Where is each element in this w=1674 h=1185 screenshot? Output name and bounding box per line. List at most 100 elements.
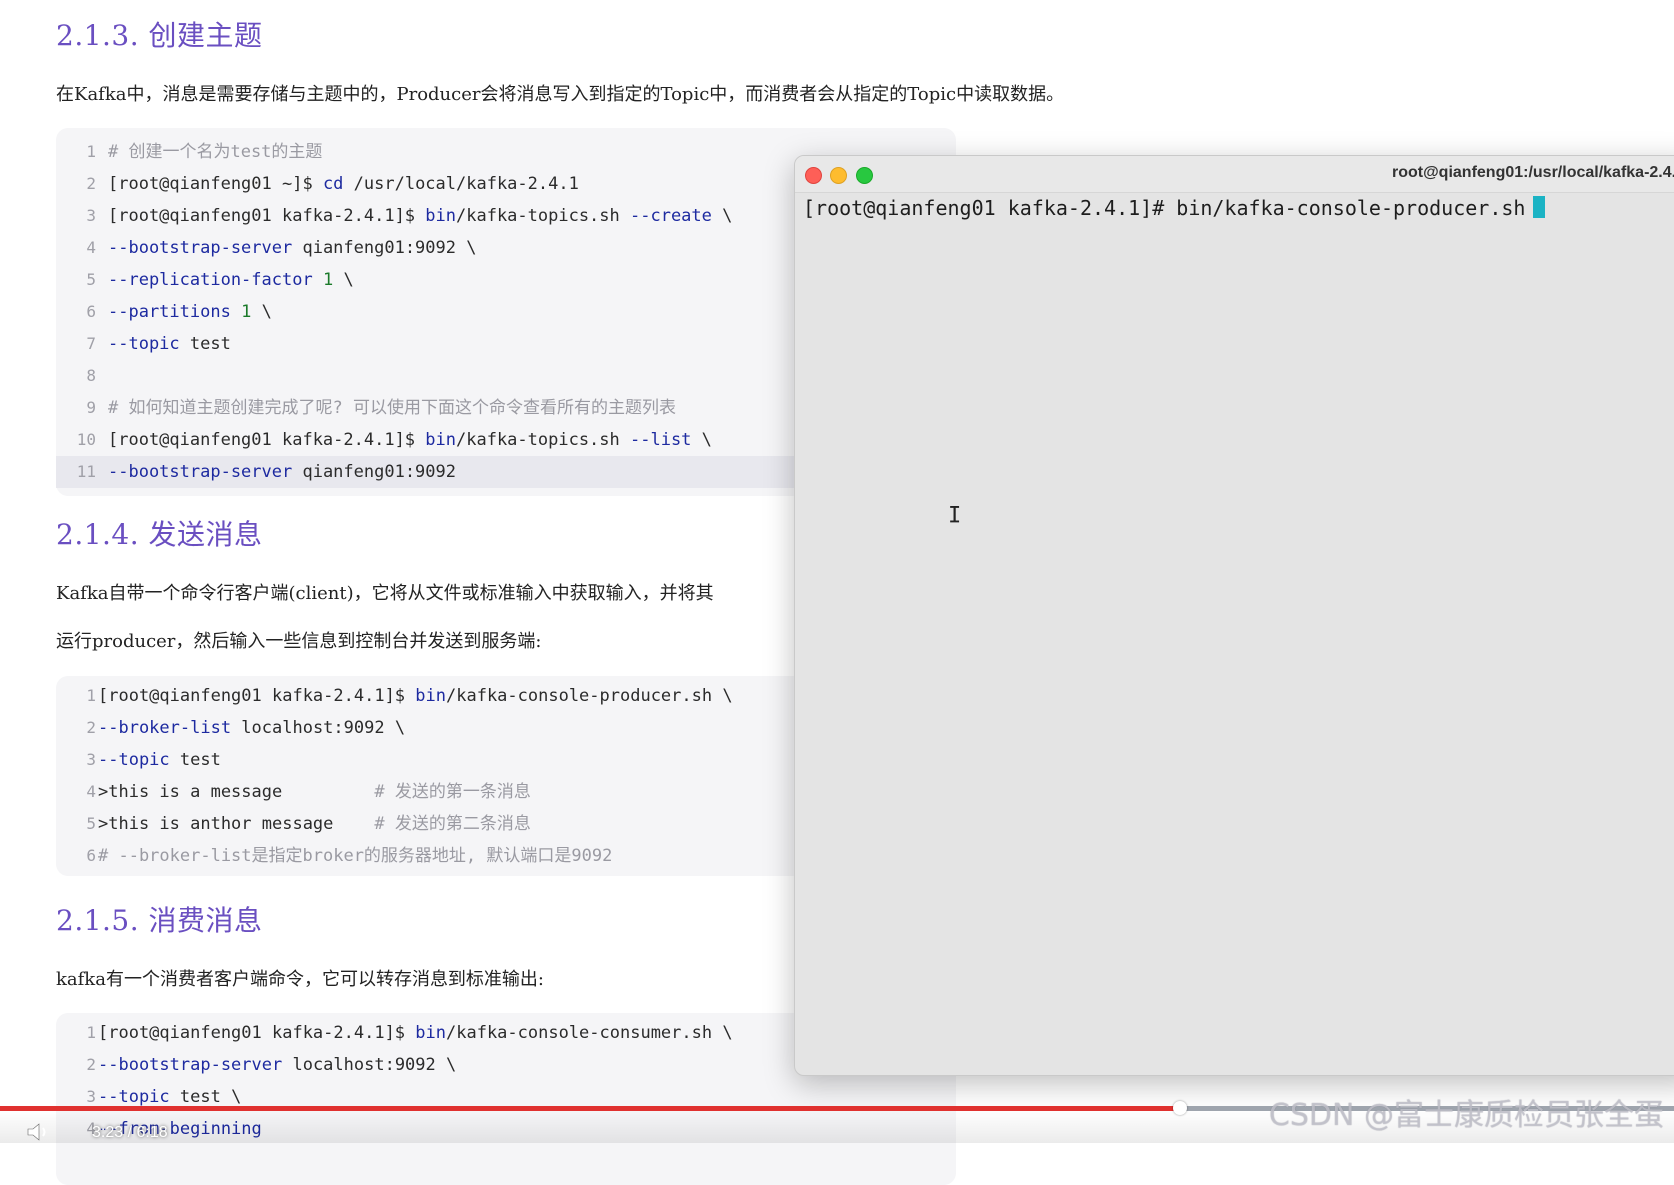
paragraph-consume-message: kafka有一个消费者客户端命令，它可以转存消息到标准输出: [56,969,545,990]
code-token: >this is anthor message [98,814,375,834]
terminal-content[interactable]: [root@qianfeng01 kafka-2.4.1]# bin/kafka… [803,196,1546,220]
code-text: [root@qianfeng01 ~]$ cd /usr/local/kafka… [108,168,579,200]
terminal-command: [root@qianfeng01 kafka-2.4.1]# bin/kafka… [803,196,1526,220]
code-token: # 如何知道主题创建完成了呢? 可以使用下面这个命令查看所有的主题列表 [108,398,676,418]
video-time: 3:23 / 6:18 [92,1124,168,1141]
code-token: bin [425,206,456,226]
code-text: --bootstrap-server qianfeng01:9092 [108,456,456,488]
code-text: # 创建一个名为test的主题 [108,136,322,168]
paragraph-create-topic: 在Kafka中，消息是需要存储与主题中的，Producer会将消息写入到指定的T… [56,84,1065,105]
code-token: # 创建一个名为test的主题 [108,142,323,162]
watermark: CSDN @富士康质检员张全蛋 [1268,1098,1664,1133]
heading-create-topic: 2.1.3. 创建主题 [56,19,263,52]
line-number: 1 [86,1023,96,1042]
line-number: 4 [86,238,96,257]
line-number: 4 [86,782,96,801]
code-token: [root@qianfeng01 kafka-2.4.1]$ [98,1023,416,1043]
paragraph-send-message: Kafka自带一个命令行客户端(client)，它将从文件或标准输入中获取输入，… [56,583,714,604]
code-text: >this is anthor message # 发送的第二条消息 [98,808,531,840]
code-token: --topic [108,334,180,354]
code-text: # 如何知道主题创建完成了呢? 可以使用下面这个命令查看所有的主题列表 [108,392,676,424]
code-token: bin [425,430,456,450]
paragraph-run-producer: 运行producer，然后输入一些信息到控制台并发送到服务端: [56,631,542,652]
code-token: [root@qianfeng01 kafka-2.4.1]$ [108,430,426,450]
code-token: bin [415,686,446,706]
code-text: # --broker-list是指定broker的服务器地址, 默认端口是909… [98,840,612,872]
line-number: 6 [86,846,96,865]
code-token: localhost:9092 \ [282,1055,457,1075]
code-text: --partitions 1 \ [108,296,272,328]
code-token: /kafka-topics.sh [456,206,630,226]
code-token: # 发送的第一条消息 [374,782,531,802]
code-token: --replication-factor [108,270,313,290]
line-number: 1 [86,142,96,161]
code-token: /kafka-console-consumer.sh \ [446,1023,733,1043]
code-text: [root@qianfeng01 kafka-2.4.1]$ bin/kafka… [98,680,733,712]
code-token: test \ [169,1087,242,1107]
line-number: 2 [86,174,96,193]
line-number: 3 [86,750,96,769]
code-token: \ [251,302,272,322]
code-text: [root@qianfeng01 kafka-2.4.1]$ bin/kafka… [98,1017,733,1049]
code-token: \ [691,430,712,450]
code-token: bin [415,1023,446,1043]
code-token: 1 [241,302,252,322]
heading-consume-message: 2.1.5. 消费消息 [56,904,263,937]
code-token: --topic [98,1087,170,1107]
code-token: [root@qianfeng01 kafka-2.4.1]$ [108,206,426,226]
code-token: --topic [98,750,170,770]
zoom-window-button[interactable] [856,167,873,184]
code-token: \ [333,270,354,290]
code-token: /usr/local/kafka-2.4.1 [343,174,579,194]
line-number: 5 [86,814,96,833]
code-text: [root@qianfeng01 kafka-2.4.1]$ bin/kafka… [108,424,712,456]
line-number: 2 [86,718,96,737]
code-text: --broker-list localhost:9092 \ [98,712,405,744]
code-text: >this is a message # 发送的第一条消息 [98,776,531,808]
code-token: qianfeng01:9092 \ [292,238,477,258]
line-number: 8 [86,366,96,385]
heading-send-message: 2.1.4. 发送消息 [56,518,263,551]
code-token: localhost:9092 \ [231,718,406,738]
terminal-cursor [1533,196,1546,218]
code-text: [root@qianfeng01 kafka-2.4.1]$ bin/kafka… [108,200,732,232]
volume-icon[interactable] [26,1122,52,1142]
line-number: 3 [86,206,96,225]
code-text: --topic test [98,744,221,776]
line-number: 6 [86,302,96,321]
code-token: --list [630,430,692,450]
code-token: /kafka-console-producer.sh \ [446,686,733,706]
code-token: \ [711,206,733,226]
line-number: 5 [86,270,96,289]
line-number: 9 [86,398,96,417]
code-token: /kafka-topics.sh [456,430,630,450]
code-token: --broker-list [98,718,232,738]
code-token: 1 [322,270,334,290]
terminal-window[interactable]: root@qianfeng01:/usr/local/kafka-2.4.1 [… [794,155,1674,1076]
code-token: cd [322,174,344,194]
line-number: 10 [76,430,96,449]
code-token: # 发送的第二条消息 [374,814,531,834]
minimize-window-button[interactable] [830,167,847,184]
code-text: --replication-factor 1 \ [108,264,354,296]
code-text: --bootstrap-server localhost:9092 \ [98,1049,456,1081]
code-token: [root@qianfeng01 ~]$ [108,174,323,194]
terminal-titlebar[interactable]: root@qianfeng01:/usr/local/kafka-2.4.1 [795,156,1674,193]
code-token: --bootstrap-server [108,238,293,258]
close-window-button[interactable] [805,167,822,184]
code-token: test [179,334,231,354]
line-number: 1 [86,686,96,705]
terminal-title: root@qianfeng01:/usr/local/kafka-2.4.1 [1391,164,1674,181]
video-progress-fill [0,1106,1181,1111]
code-token: --bootstrap-server [98,1055,283,1075]
code-token: [root@qianfeng01 kafka-2.4.1]$ [98,686,416,706]
code-token: >this is a message [98,782,375,802]
code-token: --partitions [108,302,231,322]
code-token: test [169,750,221,770]
line-number: 7 [86,334,96,353]
code-text: --bootstrap-server qianfeng01:9092 \ [108,232,476,264]
code-token: --create [630,206,712,226]
line-number: 2 [86,1055,96,1074]
